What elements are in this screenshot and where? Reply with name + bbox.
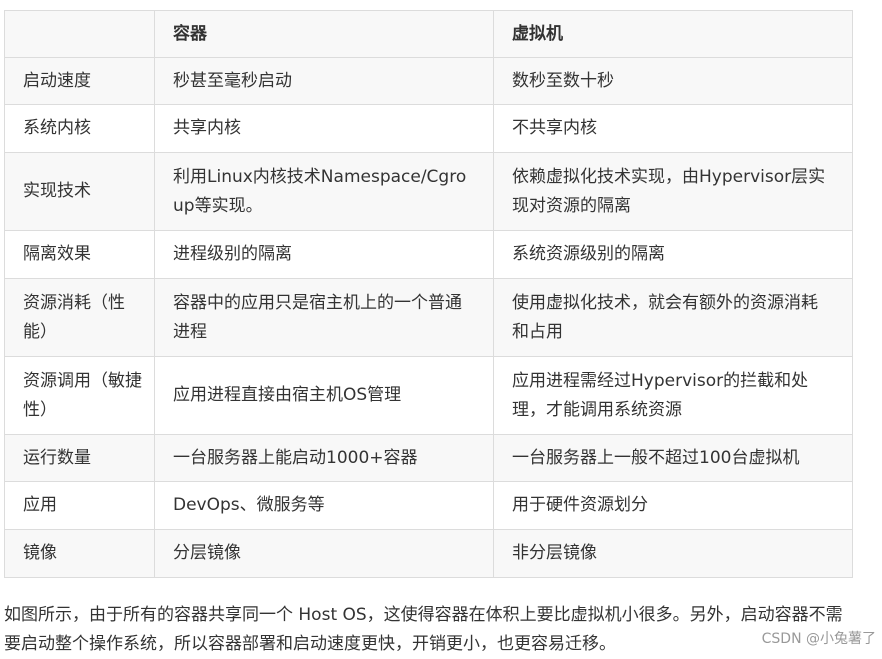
container-cell: 进程级别的隔离 (154, 230, 494, 279)
vm-cell: 使用虚拟化技术，就会有额外的资源消耗和占用 (493, 278, 853, 357)
table-row: 隔离效果 进程级别的隔离 系统资源级别的隔离 (4, 230, 853, 279)
table-row: 应用 DevOps、微服务等 用于硬件资源划分 (4, 481, 853, 530)
row-label: 系统内核 (4, 104, 155, 153)
vm-cell: 应用进程需经过Hypervisor的拦截和处理，才能调用系统资源 (493, 356, 853, 435)
container-cell: DevOps、微服务等 (154, 481, 494, 530)
table-row: 启动速度 秒甚至毫秒启动 数秒至数十秒 (4, 57, 853, 105)
vm-cell: 数秒至数十秒 (493, 57, 853, 105)
table-row: 运行数量 一台服务器上能启动1000+容器 一台服务器上一般不超过100台虚拟机 (4, 434, 853, 482)
vm-cell: 非分层镜像 (493, 529, 853, 578)
table-row: 资源调用（敏捷性） 应用进程直接由宿主机OS管理 应用进程需经过Hypervis… (4, 356, 853, 435)
row-label: 镜像 (4, 529, 155, 578)
table-row: 资源消耗（性能） 容器中的应用只是宿主机上的一个普通进程 使用虚拟化技术，就会有… (4, 278, 853, 357)
container-cell: 秒甚至毫秒启动 (154, 57, 494, 105)
table-header: 容器 虚拟机 (4, 10, 853, 58)
header-vm: 虚拟机 (493, 10, 853, 58)
table-row: 系统内核 共享内核 不共享内核 (4, 104, 853, 153)
container-cell: 一台服务器上能启动1000+容器 (154, 434, 494, 482)
row-label: 实现技术 (4, 152, 155, 231)
table-row: 镜像 分层镜像 非分层镜像 (4, 529, 853, 578)
row-label: 应用 (4, 481, 155, 530)
csdn-watermark: CSDN @小兔薯了 (759, 628, 878, 650)
vm-cell: 依赖虚拟化技术实现，由Hypervisor层实现对资源的隔离 (493, 152, 853, 231)
row-label: 资源消耗（性能） (4, 278, 155, 357)
summary-paragraph: 如图所示，由于所有的容器共享同一个 Host OS，这使得容器在体积上要比虚拟机… (4, 605, 843, 654)
row-label: 运行数量 (4, 434, 155, 482)
row-label: 资源调用（敏捷性） (4, 356, 155, 435)
container-cell: 利用Linux内核技术Namespace/Cgroup等实现。 (154, 152, 494, 231)
comparison-table: 容器 虚拟机 启动速度 秒甚至毫秒启动 数秒至数十秒 系统内核 共享内核 不共享… (4, 10, 853, 578)
row-label: 隔离效果 (4, 230, 155, 279)
header-row: 容器 虚拟机 (4, 10, 853, 58)
vm-cell: 一台服务器上一般不超过100台虚拟机 (493, 434, 853, 482)
header-container: 容器 (154, 10, 494, 58)
container-cell: 分层镜像 (154, 529, 494, 578)
row-label: 启动速度 (4, 57, 155, 105)
vm-cell: 系统资源级别的隔离 (493, 230, 853, 279)
container-cell: 共享内核 (154, 104, 494, 153)
vm-cell: 用于硬件资源划分 (493, 481, 853, 530)
container-cell: 容器中的应用只是宿主机上的一个普通进程 (154, 278, 494, 357)
table-row: 实现技术 利用Linux内核技术Namespace/Cgroup等实现。 依赖虚… (4, 152, 853, 231)
container-cell: 应用进程直接由宿主机OS管理 (154, 356, 494, 435)
header-blank (4, 10, 155, 58)
table-body: 启动速度 秒甚至毫秒启动 数秒至数十秒 系统内核 共享内核 不共享内核 实现技术… (4, 57, 853, 578)
vm-cell: 不共享内核 (493, 104, 853, 153)
